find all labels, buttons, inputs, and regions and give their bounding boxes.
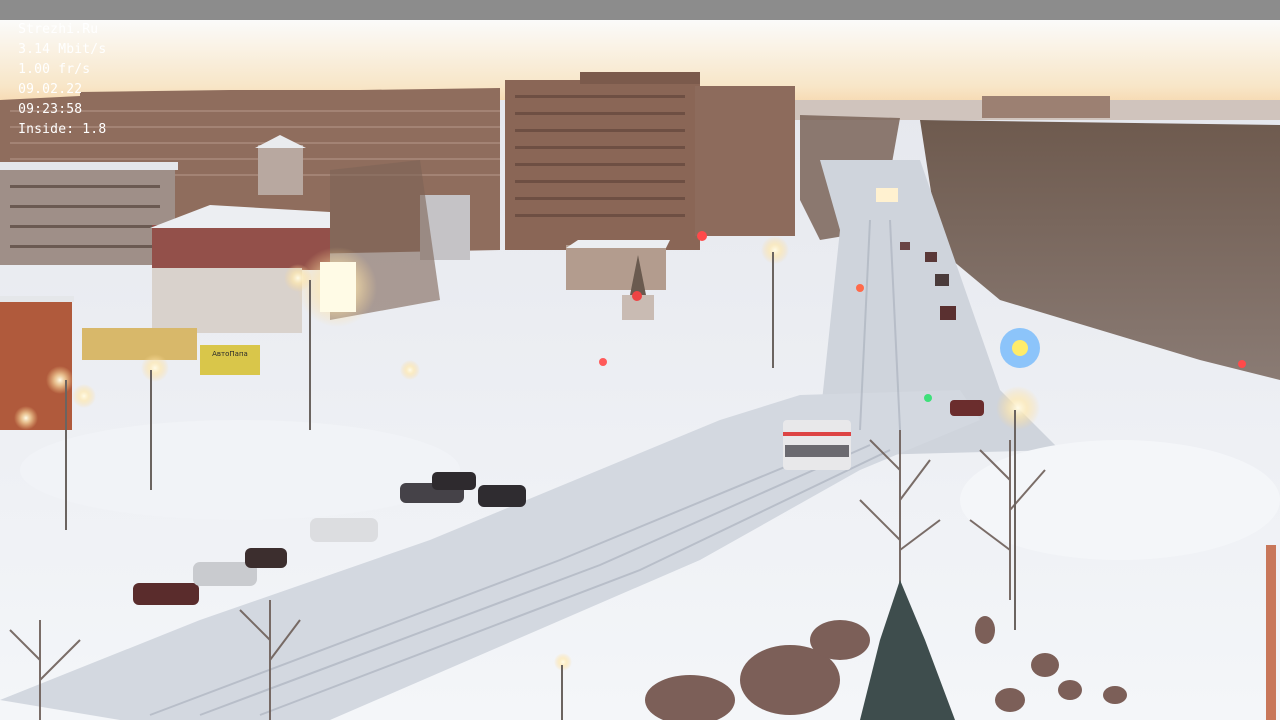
inside-temperature: Inside: 1.8: [18, 122, 107, 137]
webcam-frame: АвтоПапа: [0, 20, 1280, 720]
car: [133, 583, 199, 605]
orange-building-corner: [0, 296, 74, 430]
storefront-yellow: [82, 328, 197, 360]
festive-light-decoration: [1000, 328, 1040, 368]
pole-right-edge: [1266, 545, 1276, 720]
tall-central-building: [505, 72, 795, 250]
small-building-roof: [566, 240, 670, 248]
shop-sign-text: АвтоПапа: [212, 350, 248, 358]
date: 09.02.22: [18, 82, 83, 97]
camera-overlay-bar: Strezhi.Ru 3.14 Mbit/s 1.00 fr/s 09.02.2…: [0, 0, 1280, 137]
snow-mound: [960, 440, 1280, 560]
snow-mound-left: [20, 420, 460, 520]
car: [245, 548, 287, 568]
building-left-gray: [0, 162, 178, 265]
site-name: Strezhi.Ru: [18, 22, 99, 37]
time: 09:23:58: [18, 102, 83, 117]
shop-sign: АвтоПапа: [200, 345, 260, 375]
car: [310, 518, 378, 542]
bus: [783, 420, 851, 470]
car: [432, 472, 476, 490]
distant-building-right: [982, 96, 1110, 118]
small-building-center: [566, 245, 666, 290]
bitrate: 3.14 Mbit/s: [18, 42, 107, 57]
framerate: 1.00 fr/s: [18, 62, 91, 77]
car: [478, 485, 526, 507]
